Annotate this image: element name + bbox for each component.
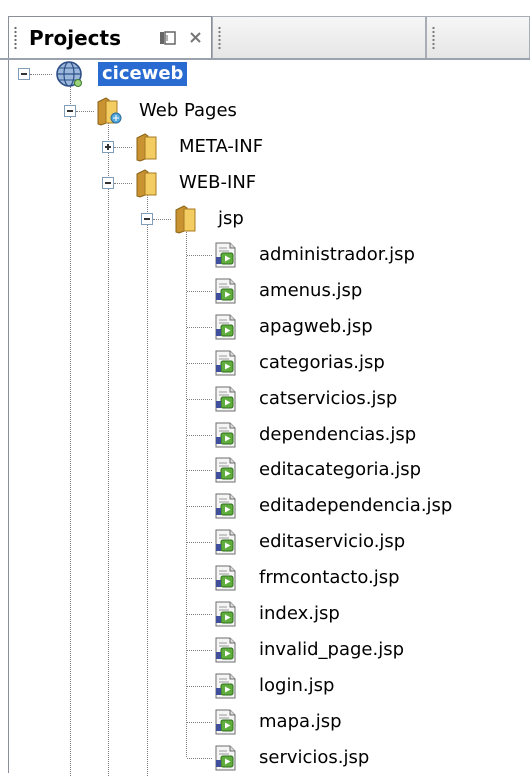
tree-node-jsp-file[interactable]: dependencias.jsp <box>259 423 416 447</box>
tree-branch-line <box>187 435 212 436</box>
tree-node-jsp-file[interactable]: index.jsp <box>259 602 340 626</box>
collapse-toggle-icon[interactable] <box>102 177 114 189</box>
panel-left-border <box>8 60 9 773</box>
tree-branch-line <box>153 219 171 220</box>
tree-node-jsp-file[interactable]: servicios.jsp <box>259 746 369 770</box>
jsp-file-icon <box>212 565 240 595</box>
tree-node-jsp-file[interactable]: frmcontacto.jsp <box>259 566 400 590</box>
tree-branch-line <box>187 255 212 256</box>
tree-node-web-inf[interactable]: WEB-INF <box>179 171 256 195</box>
folder-icon <box>173 204 201 238</box>
tree-node-jsp-file[interactable]: administrador.jsp <box>259 243 415 267</box>
tree-branch-line <box>187 363 212 364</box>
tree-branch-line <box>114 147 132 148</box>
drag-handle-icon[interactable] <box>218 26 221 50</box>
jsp-file-icon <box>212 278 240 308</box>
tree-node-jsp-file[interactable]: editacategoria.jsp <box>259 458 421 482</box>
tab-empty-1[interactable] <box>212 16 426 58</box>
tree-guide-line <box>108 122 109 776</box>
jsp-file-icon <box>212 350 240 380</box>
expand-toggle-icon[interactable] <box>102 141 114 153</box>
jsp-file-icon <box>212 386 240 416</box>
collapse-toggle-icon[interactable] <box>18 68 30 80</box>
collapse-toggle-icon[interactable] <box>64 105 76 117</box>
folder-icon <box>134 168 162 202</box>
tab-projects[interactable]: Projects <box>8 16 212 58</box>
jsp-file-icon <box>212 493 240 523</box>
tree-branch-line <box>76 111 94 112</box>
collapse-toggle-icon[interactable] <box>141 213 153 225</box>
jsp-file-icon <box>212 422 240 452</box>
tree-guide-line <box>147 192 148 776</box>
tree-branch-line <box>187 650 212 651</box>
jsp-file-icon <box>212 457 240 487</box>
tab-title: Projects <box>29 26 122 50</box>
tree-guide-line <box>186 229 187 757</box>
tree-guide-line <box>70 86 71 776</box>
tree-node-jsp-folder[interactable]: jsp <box>218 207 244 231</box>
tree-node-jsp-file[interactable]: editadependencia.jsp <box>259 494 452 518</box>
tree-branch-line <box>187 686 212 687</box>
jsp-file-icon <box>212 673 240 703</box>
tree-branch-line <box>187 578 212 579</box>
folder-icon <box>134 132 162 166</box>
tree-node-jsp-file[interactable]: mapa.jsp <box>259 710 342 734</box>
tree-branch-line <box>114 183 132 184</box>
tree-node-jsp-file[interactable]: editaservicio.jsp <box>259 530 405 554</box>
tree-node-jsp-file[interactable]: invalid_page.jsp <box>259 638 404 662</box>
tree-branch-line <box>187 506 212 507</box>
drag-handle-icon[interactable] <box>432 26 435 50</box>
tree-branch-line <box>187 542 212 543</box>
web-project-globe-icon <box>54 59 86 93</box>
panel-tab-bar: Projects <box>0 0 530 60</box>
tree-branch-line <box>187 470 212 471</box>
tree-node-jsp-file[interactable]: apagweb.jsp <box>259 315 373 339</box>
jsp-file-icon <box>212 709 240 739</box>
jsp-file-icon <box>212 529 240 559</box>
tree-node-jsp-file[interactable]: amenus.jsp <box>259 279 362 303</box>
tree-node-meta-inf[interactable]: META-INF <box>179 135 263 159</box>
tree-node-jsp-file[interactable]: categorias.jsp <box>259 351 385 375</box>
tree-branch-line <box>187 399 212 400</box>
web-pages-folder-icon <box>95 96 125 130</box>
tree-node-web-pages[interactable]: Web Pages <box>139 99 237 123</box>
minimize-window-icon[interactable] <box>159 29 181 47</box>
tree-branch-line <box>187 722 212 723</box>
tree-node-jsp-file[interactable]: catservicios.jsp <box>259 387 397 411</box>
tree-branch-line <box>187 291 212 292</box>
tree-branch-line <box>187 327 212 328</box>
project-tree[interactable] <box>0 60 530 773</box>
tree-branch-line <box>187 614 212 615</box>
tree-branch-line <box>30 74 52 75</box>
jsp-file-icon <box>212 242 240 272</box>
tree-node-jsp-file[interactable]: login.jsp <box>259 674 334 698</box>
drag-handle-icon[interactable] <box>14 26 17 50</box>
jsp-file-icon <box>212 745 240 775</box>
jsp-file-icon <box>212 314 240 344</box>
close-icon[interactable] <box>187 29 205 47</box>
tab-empty-2[interactable] <box>426 16 530 58</box>
tree-branch-line <box>187 758 212 759</box>
tree-node-project[interactable]: ciceweb <box>98 62 188 86</box>
jsp-file-icon <box>212 637 240 667</box>
jsp-file-icon <box>212 601 240 631</box>
